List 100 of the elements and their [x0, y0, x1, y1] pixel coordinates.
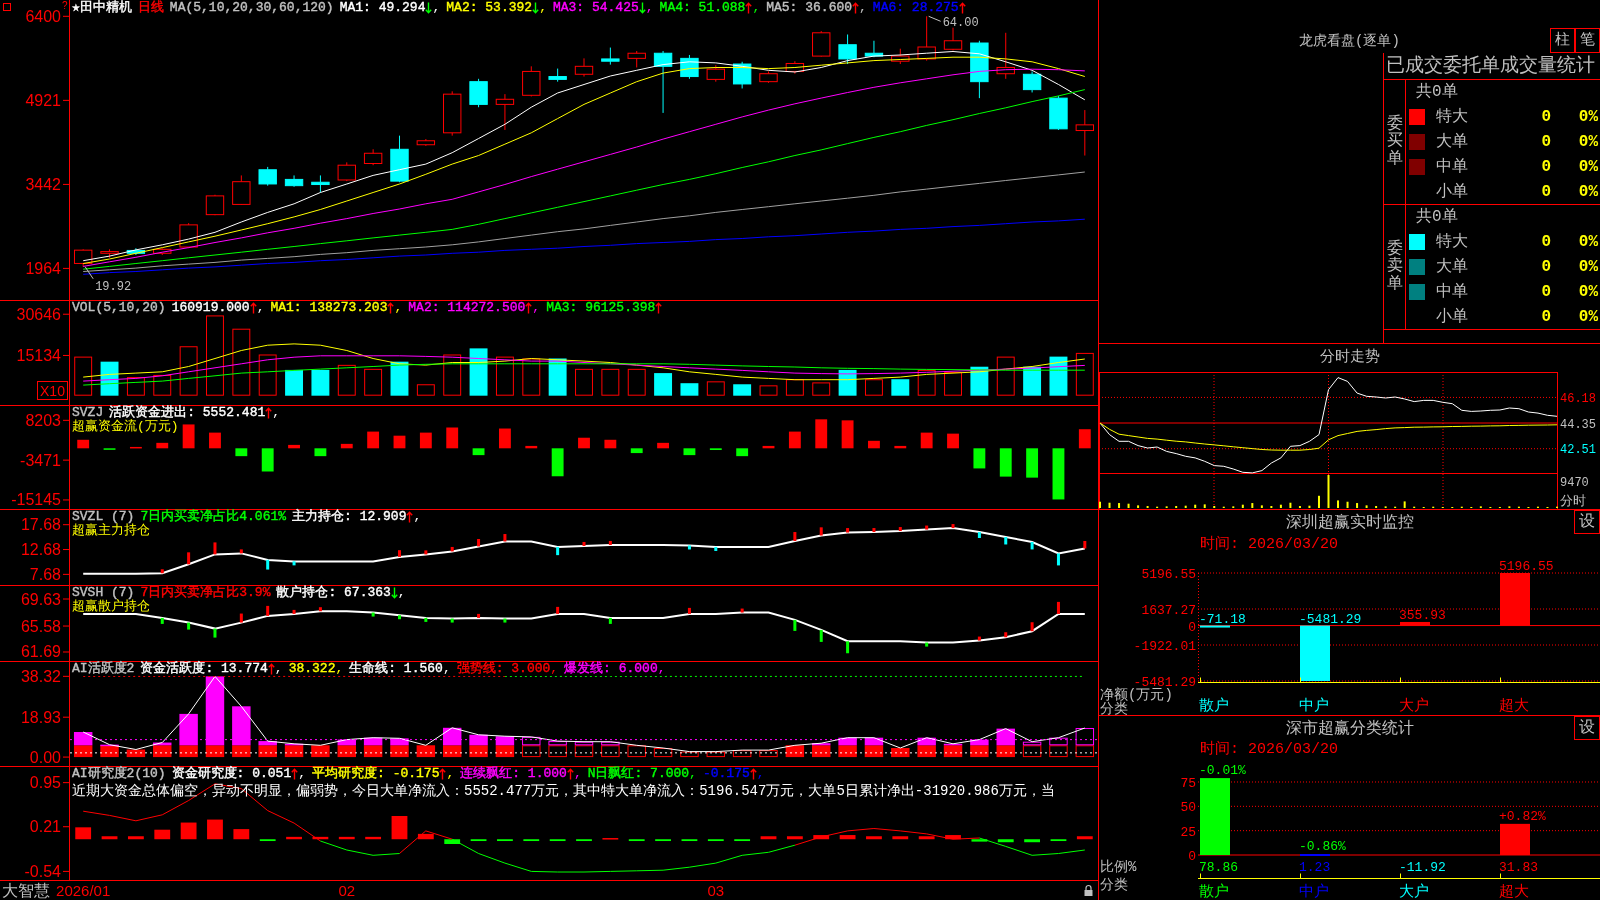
axis-tick-label: 75 [1180, 776, 1196, 791]
timestamp: 时间: 2026/03/20 [1200, 535, 1339, 553]
value-label: 5196.55 [1499, 559, 1554, 574]
view-toggle-button[interactable]: 笔 [1575, 28, 1600, 53]
legend-text: 7日内买卖净占比3.9% [140, 586, 271, 600]
axis-tick-label: 6400 [25, 7, 61, 25]
square-icon [3, 3, 11, 11]
value-label: -5481.29 [1299, 611, 1362, 627]
group-label: 委买单 [1386, 115, 1403, 169]
axis-tick-label: 50 [1180, 800, 1196, 816]
order-total: 共0单 [1416, 83, 1458, 102]
picture-rise-tick [503, 534, 507, 542]
axis-tick-label: 15134 [16, 346, 61, 364]
axis-tick-label: 1964 [25, 259, 61, 277]
candlestick [469, 78, 488, 108]
panel-title: 龙虎看盘(逐单) [1299, 32, 1400, 51]
annotation: 19.92 [95, 279, 132, 294]
legend-text: 日线 [137, 1, 164, 15]
candlestick [785, 60, 805, 75]
order-percent: 0% [1578, 258, 1598, 276]
legend-text: SVZL (7) [72, 510, 135, 524]
picture-rise-tick [477, 613, 481, 618]
picture-rise-tick [239, 613, 243, 623]
candlestick [838, 34, 857, 65]
candlestick [943, 27, 963, 51]
order-percent: 0% [1578, 157, 1598, 176]
axis-tick-label: 61.69 [20, 643, 61, 661]
ratio-value: 78.86 [1199, 860, 1238, 875]
legend-text: VOL(5,10,20) [72, 301, 166, 315]
candlestick [680, 54, 699, 80]
axis-tick-label: 17.68 [20, 516, 61, 534]
picture-rise-tick [1004, 632, 1008, 638]
settings-button[interactable]: 设 [1574, 716, 1600, 740]
panel-title: 深圳超赢实时监控 [1285, 513, 1414, 532]
candlestick [363, 148, 383, 166]
legend-text: MA(5,10,20,30,60,120) [169, 1, 334, 15]
axis-tick-label: 46.18 [1560, 391, 1596, 406]
candlestick [311, 174, 330, 193]
legend-text: SVZJ [72, 406, 104, 420]
picture-rise-tick [450, 546, 454, 552]
candlestick [232, 174, 251, 206]
category-label: 超大 [1499, 698, 1529, 715]
annotation: 64.00 [942, 16, 979, 31]
picture-rise-tick [266, 605, 270, 616]
candlestick [337, 161, 356, 182]
legend-text: SVSH (7) [72, 586, 135, 600]
legend-text: MA3: 54.425 [552, 1, 639, 15]
candlestick [601, 47, 620, 66]
date-label: 02 [338, 882, 356, 899]
axis-tick-label: -3471 [20, 451, 61, 469]
candlestick [548, 68, 567, 83]
view-toggle-button[interactable]: 柱 [1550, 28, 1575, 53]
ratio-value: 1.23 [1299, 860, 1331, 875]
candlestick [495, 93, 515, 131]
scale-label: X10 [37, 381, 68, 400]
indicator-caption: 超赢主力持仓 [72, 524, 150, 537]
date-label: 03 [707, 882, 725, 899]
candlestick [864, 40, 884, 58]
candlestick [917, 15, 936, 62]
legend-text: 散户持仓: 67.363 [276, 586, 391, 600]
price-annotation: 64.00 [928, 15, 979, 31]
picture-rise-tick [687, 607, 691, 614]
axis-title: 分类 [1100, 701, 1128, 715]
candlestick [74, 248, 93, 268]
axis-tick-label: 0 [1188, 619, 1196, 635]
category-label: 超大 [1499, 884, 1529, 900]
legend-text: MA5: 36.600 [766, 1, 853, 15]
axis-tick-label: 38.32 [20, 667, 61, 685]
value-label: 355.93 [1399, 607, 1446, 623]
picture-rise-tick [951, 524, 955, 529]
order-size-label: 小单 [1436, 307, 1468, 326]
panel-title: 深市超赢分类统计 [1285, 719, 1414, 738]
change-label: -0.01% [1199, 763, 1246, 779]
candlestick [1075, 109, 1094, 157]
order-percent: 0% [1578, 233, 1598, 252]
axis-tick-label: 12.68 [20, 541, 61, 559]
order-size-label: 特大 [1436, 233, 1468, 252]
order-count: 0 [1541, 282, 1551, 301]
order-percent: 0% [1578, 108, 1598, 127]
value-label: -71.18 [1199, 611, 1246, 627]
picture-rise-tick [925, 525, 929, 530]
candlestick [732, 61, 752, 89]
axis-tick-label: 42.51 [1560, 443, 1596, 458]
legend-text: 160919.000 [171, 301, 250, 315]
candlestick [574, 57, 594, 78]
order-percent: 0% [1578, 133, 1598, 151]
axis-tick-label: 25 [1180, 824, 1196, 840]
candlestick [179, 222, 198, 249]
picture-rise-tick [424, 550, 428, 555]
picture-rise-tick [1083, 541, 1087, 549]
order-count: 0 [1541, 182, 1551, 201]
order-size-label: 中单 [1436, 282, 1468, 301]
settings-button[interactable]: 设 [1574, 510, 1600, 534]
axis-title: 净额(万元) [1100, 687, 1173, 703]
candlestick [258, 166, 277, 187]
legend-text: MA3: 96125.398 [546, 301, 656, 315]
axis-tick-label: 0 [1188, 849, 1196, 864]
order-count: 0 [1541, 258, 1551, 276]
axis-tick-label: 65.58 [20, 617, 61, 635]
lock-icon [1084, 884, 1093, 896]
